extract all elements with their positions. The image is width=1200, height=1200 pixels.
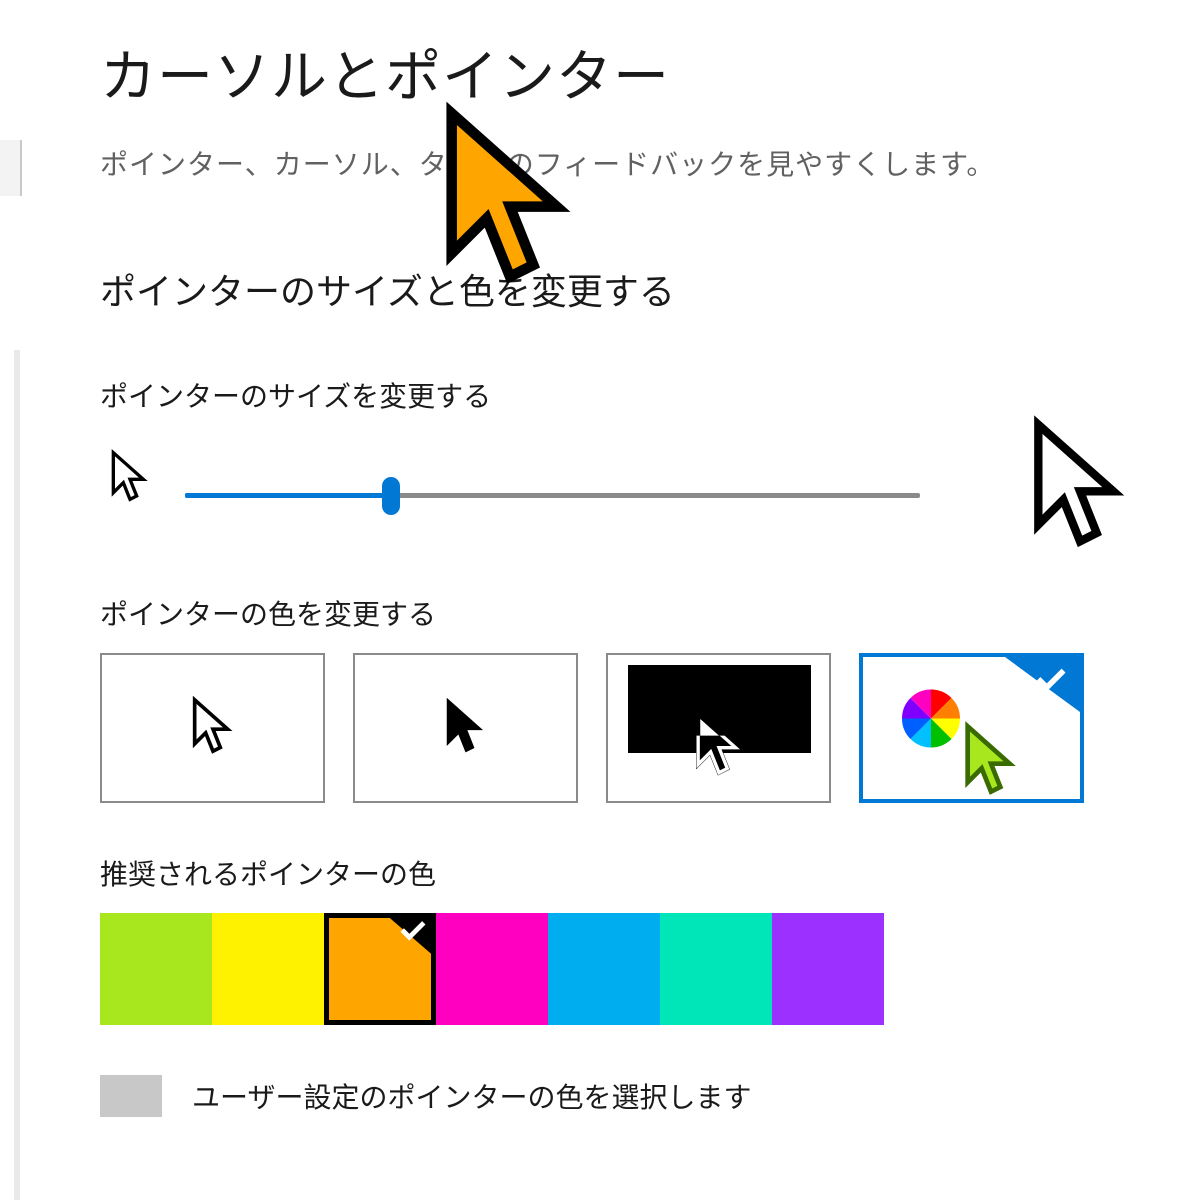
cursor-custom-icon xyxy=(963,721,1019,802)
pointer-color-options xyxy=(100,653,1160,803)
custom-color-label: ユーザー設定のポインターの色を選択します xyxy=(192,1076,751,1116)
sidebar-edge xyxy=(0,140,22,196)
pointer-size-row xyxy=(100,433,1140,553)
color-swatch-purple[interactable] xyxy=(772,913,884,1025)
nav-indicator xyxy=(14,350,20,1200)
color-wheel-icon xyxy=(902,690,960,753)
color-swatch-gold[interactable] xyxy=(324,913,436,1025)
cursor-large-icon xyxy=(1030,413,1130,558)
recommended-colors-row xyxy=(100,913,1160,1025)
custom-color-button[interactable] xyxy=(100,1075,162,1117)
color-swatch-yellow[interactable] xyxy=(212,913,324,1025)
page-title: カーソルとポインター xyxy=(100,32,1160,113)
pointer-color-custom[interactable] xyxy=(859,653,1084,803)
slider-thumb[interactable] xyxy=(382,477,400,515)
pointer-size-slider[interactable] xyxy=(185,473,920,517)
slider-fill xyxy=(185,493,391,498)
page-subtitle: ポインター、カーソル、タッチのフィードバックを見やすくします。 xyxy=(100,143,1160,183)
cursor-white-icon xyxy=(191,695,235,762)
color-swatch-lime[interactable] xyxy=(100,913,212,1025)
color-swatch-turquoise[interactable] xyxy=(660,913,772,1025)
pointer-color-black[interactable] xyxy=(353,653,578,803)
cursor-black-icon xyxy=(444,695,488,762)
cursor-small-icon xyxy=(110,448,150,509)
check-icon xyxy=(1034,665,1068,698)
check-icon xyxy=(398,918,428,947)
recommended-colors-label: 推奨されるポインターの色 xyxy=(100,853,1160,893)
color-swatch-magenta[interactable] xyxy=(436,913,548,1025)
pointer-color-label: ポインターの色を変更する xyxy=(100,593,1160,633)
color-swatch-cyan[interactable] xyxy=(548,913,660,1025)
section-heading: ポインターのサイズと色を変更する xyxy=(100,263,1160,315)
pointer-color-inverted[interactable] xyxy=(606,653,831,803)
main-content: カーソルとポインター ポインター、カーソル、タッチのフィードバックを見やすくしま… xyxy=(100,32,1160,1117)
pointer-color-white[interactable] xyxy=(100,653,325,803)
pointer-size-label: ポインターのサイズを変更する xyxy=(100,375,1160,415)
cursor-inverted-icon xyxy=(694,708,744,783)
custom-color-row[interactable]: ユーザー設定のポインターの色を選択します xyxy=(100,1075,1160,1117)
